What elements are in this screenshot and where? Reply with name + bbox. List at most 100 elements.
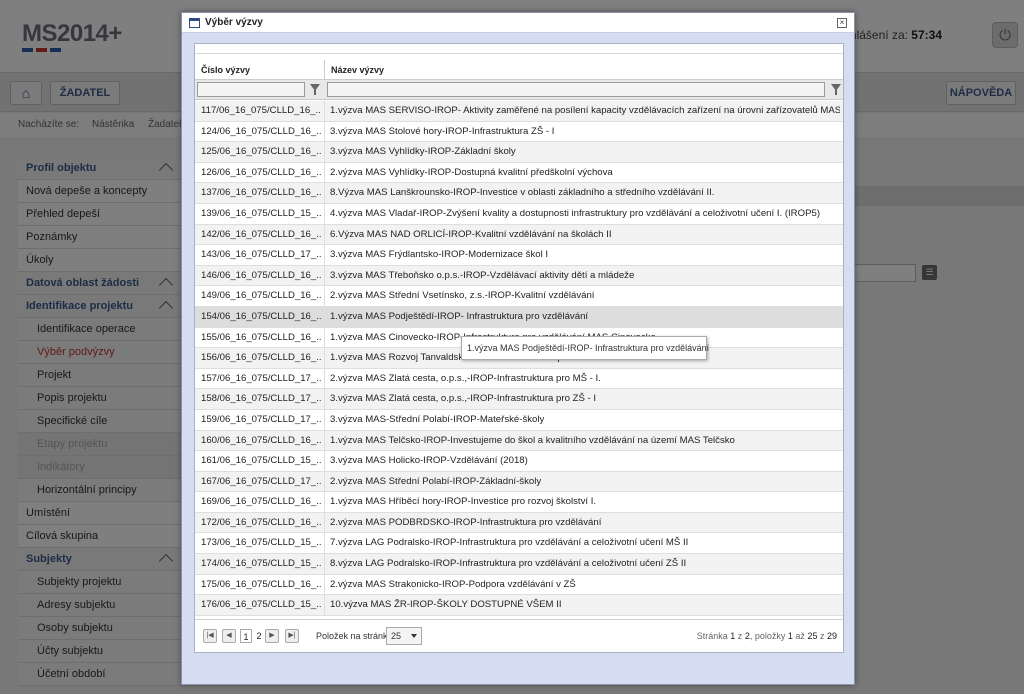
column-separator <box>324 554 325 574</box>
per-page-label: Položek na stránku <box>316 631 393 641</box>
cell-call-name: 4.výzva MAS Vladař-IROP-Zvýšení kvality … <box>330 207 821 219</box>
filter-input-number[interactable] <box>197 82 305 97</box>
column-separator <box>324 471 325 492</box>
cell-call-name: 2.výzva MAS Střední Polabí-IROP-Základní… <box>330 475 542 487</box>
table-row[interactable]: 125/06_16_075/CLLD_16_... 3.výzva MAS Vyh… <box>195 142 843 163</box>
pager-info: Stránka 1 z 2, položky 1 až 25 z 29 <box>697 631 837 641</box>
cell-call-name: 8.výzva LAG Podralsko-IROP-Infrastruktur… <box>330 558 687 570</box>
pager-to: 25 <box>807 631 818 641</box>
cell-call-name: 3.výzva MAS Vyhlídky-IROP-Základní školy <box>330 146 516 158</box>
table-row[interactable]: 124/06_16_075/CLLD_16_... 3.výzva MAS Sto… <box>195 121 843 143</box>
page-2-button[interactable]: 2 <box>253 629 265 643</box>
page-1-button[interactable]: 1 <box>240 629 252 643</box>
table-row[interactable]: 143/06_16_075/CLLD_17_... 3.výzva MAS Frý… <box>195 245 843 266</box>
pager-info-prefix: Stránka <box>696 631 728 641</box>
close-button[interactable]: × <box>837 18 847 28</box>
table-row[interactable]: 149/06_16_075/CLLD_16_... 2.výzva MAS Stř… <box>195 286 843 307</box>
first-page-icon: |◀ <box>206 632 214 639</box>
table-row[interactable]: 142/06_16_075/CLLD_16_... 6.Výzva MAS NAD… <box>195 224 843 246</box>
cell-call-name: 1.výzva MAS Telčsko-IROP-Investujeme do … <box>330 434 735 446</box>
column-separator <box>324 574 325 595</box>
cell-call-number: 149/06_16_075/CLLD_16_... <box>201 290 321 302</box>
next-page-button[interactable]: ▶ <box>265 629 279 643</box>
cell-call-name: 2.výzva MAS Zlatá cesta, o.p.s.,-IROP-In… <box>330 372 601 384</box>
cell-call-name: 1.výzva MAS SERVISO-IROP- Aktivity zaměř… <box>330 105 840 116</box>
table-row[interactable]: 117/06_16_075/CLLD_16_... 1.výzva MAS SER… <box>195 101 843 122</box>
table-row[interactable]: 161/06_16_075/CLLD_15_... 3.výzva MAS Hol… <box>195 451 843 472</box>
column-header-number[interactable]: Číslo výzvy <box>201 65 250 75</box>
column-separator <box>324 224 325 245</box>
column-separator <box>324 286 325 306</box>
column-separator <box>324 327 325 348</box>
table-row[interactable]: 158/06_16_075/CLLD_17_... 3.výzva MAS Zla… <box>195 389 843 410</box>
per-page-select[interactable]: 25 <box>386 627 422 645</box>
filter-icon[interactable] <box>831 84 841 95</box>
prev-page-button[interactable]: ◀ <box>222 629 236 643</box>
column-separator <box>324 451 325 471</box>
prev-page-icon: ◀ <box>226 632 232 639</box>
pager: |◀ ◀ 1 2 ▶ ▶| Položek na stránku 25 Strá… <box>195 619 843 652</box>
next-page-icon: ▶ <box>269 632 275 639</box>
last-page-icon: ▶| <box>288 632 296 639</box>
last-page-button[interactable]: ▶| <box>285 629 299 643</box>
cell-call-name: 3.výzva MAS Zlatá cesta, o.p.s.,-IROP-In… <box>330 393 597 405</box>
cell-call-number: 154/06_16_075/CLLD_16_... <box>201 310 321 322</box>
chevron-down-icon <box>411 634 417 638</box>
cell-call-number: 157/06_16_075/CLLD_17_... <box>201 372 321 384</box>
table-row[interactable]: 137/06_16_075/CLLD_16_... 8.Výzva MAS Lan… <box>195 183 843 204</box>
table-row[interactable]: 139/06_16_075/CLLD_15_... 4.výzva MAS Vla… <box>195 203 843 225</box>
table-row[interactable]: 174/06_16_075/CLLD_15_... 8.výzva LAG Pod… <box>195 554 843 575</box>
cell-call-number: 174/06_16_075/CLLD_15_... <box>201 558 321 570</box>
cell-call-number: 176/06_16_075/CLLD_15_... <box>201 599 321 611</box>
filter-input-name[interactable] <box>327 82 825 97</box>
cell-call-name: 2.výzva MAS Strakonicko-IROP-Podpora vzd… <box>330 578 576 590</box>
table-row[interactable]: 159/06_16_075/CLLD_17_... 3.výzva MAS-Stř… <box>195 409 843 431</box>
cell-call-name: 7.výzva LAG Podralsko-IROP-Infrastruktur… <box>330 537 689 549</box>
cell-call-name: 2.výzva MAS Střední Vsetínsko, z.s.-IROP… <box>330 290 595 302</box>
cell-call-number: 169/06_16_075/CLLD_16_... <box>201 496 321 508</box>
cell-call-number: 173/06_16_075/CLLD_15_... <box>201 537 321 549</box>
column-separator <box>324 512 325 533</box>
cell-call-number: 142/06_16_075/CLLD_16_... <box>201 228 321 240</box>
table-row[interactable]: 173/06_16_075/CLLD_15_... 7.výzva LAG Pod… <box>195 533 843 555</box>
pager-items-label: , položky <box>749 631 786 641</box>
row-tooltip: 1.výzva MAS Podještědí-IROP- Infrastrukt… <box>461 336 709 360</box>
table-row[interactable]: 126/06_16_075/CLLD_16_... 2.výzva MAS Vyh… <box>195 162 843 184</box>
table-row[interactable]: 175/06_16_075/CLLD_16_... 2.výzva MAS Str… <box>195 574 843 596</box>
column-header-name[interactable]: Název výzvy <box>331 65 384 75</box>
table-row[interactable]: 146/06_16_075/CLLD_16_... 3.výzva MAS Tře… <box>195 265 843 287</box>
pager-of: z <box>819 631 825 641</box>
cell-call-number: 126/06_16_075/CLLD_16_... <box>201 166 321 178</box>
column-separator <box>324 265 325 286</box>
cell-call-name: 3.výzva MAS Třeboňsko o.p.s.-IROP-Vzdělá… <box>330 269 635 281</box>
dialog-titlebar: Výběr výzvy × <box>182 13 854 33</box>
table-row[interactable]: 172/06_16_075/CLLD_16_... 2.výzva MAS POD… <box>195 512 843 534</box>
table-row[interactable]: 176/06_16_075/CLLD_15_... 10.výzva MAS ŽR… <box>195 595 843 616</box>
table-row[interactable]: 169/06_16_075/CLLD_16_... 1.výzva MAS Hří… <box>195 492 843 513</box>
column-separator <box>324 595 325 615</box>
cell-call-number: 159/06_16_075/CLLD_17_... <box>201 413 321 425</box>
table-row[interactable]: 157/06_16_075/CLLD_17_... 2.výzva MAS Zla… <box>195 368 843 390</box>
cell-call-number: 117/06_16_075/CLLD_16_... <box>201 105 321 116</box>
cell-call-number: 158/06_16_075/CLLD_17_... <box>201 393 321 405</box>
cell-call-name: 3.výzva MAS-Střední Polabí-IROP-Mateřské… <box>330 413 545 425</box>
cell-call-name: 6.Výzva MAS NAD ORLICÍ-IROP-Kvalitní vzd… <box>330 228 612 240</box>
first-page-button[interactable]: |◀ <box>203 629 217 643</box>
table-row[interactable]: 167/06_16_075/CLLD_17_... 2.výzva MAS Stř… <box>195 471 843 493</box>
grid-toolbar <box>195 44 843 54</box>
pager-of: z <box>737 631 743 641</box>
cell-call-number: 161/06_16_075/CLLD_15_... <box>201 455 321 467</box>
cell-call-number: 167/06_16_075/CLLD_17_... <box>201 475 321 487</box>
cell-call-name: 2.výzva MAS PODBRDSKO-IROP-Infrastruktur… <box>330 516 602 528</box>
filter-icon[interactable] <box>310 84 320 95</box>
table-row[interactable]: 160/06_16_075/CLLD_16_... 1.výzva MAS Tel… <box>195 430 843 452</box>
cell-call-number: 139/06_16_075/CLLD_15_... <box>201 207 321 219</box>
per-page-value: 25 <box>391 631 402 641</box>
close-icon: × <box>839 18 845 27</box>
column-separator <box>324 203 325 224</box>
table-row[interactable]: 154/06_16_075/CLLD_16_... 1.výzva MAS Pod… <box>195 306 843 328</box>
column-separator <box>324 389 325 409</box>
column-separator <box>324 162 325 183</box>
column-separator <box>324 348 325 368</box>
column-separator <box>324 101 325 121</box>
